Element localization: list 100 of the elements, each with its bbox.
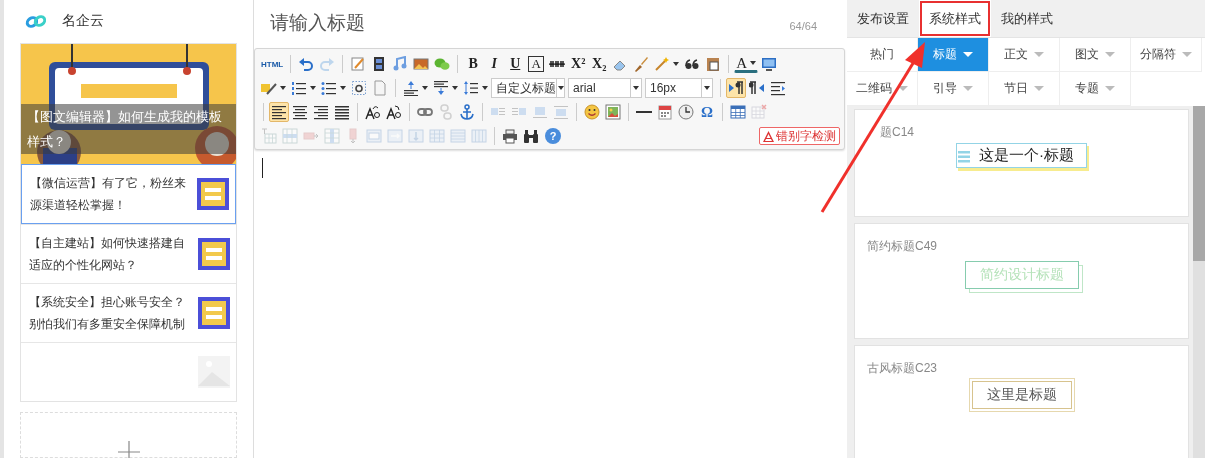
underline-button[interactable]: U — [505, 54, 526, 74]
style-card[interactable]: 古风标题C23 这里是标题 — [854, 345, 1189, 458]
image-placeholder-icon — [198, 355, 230, 388]
category-tab[interactable]: 二维码 — [847, 72, 918, 106]
brush-icon — [633, 56, 650, 72]
spacing-before-icon — [403, 80, 419, 96]
style-card[interactable]: 题C14 这是一个·标题 — [854, 109, 1189, 217]
category-tab[interactable]: 专题 — [1060, 72, 1131, 106]
category-tab[interactable]: 正文 — [989, 38, 1060, 72]
toolbar-button[interactable] — [269, 102, 289, 122]
calendar-icon — [657, 104, 673, 120]
category-tab[interactable]: 热门 — [847, 38, 918, 72]
align-right-icon — [313, 104, 329, 120]
style-card[interactable]: 简约标题C49 简约设计标题 — [854, 223, 1189, 339]
dropdown-select[interactable]: 自定义标题 — [491, 78, 565, 98]
table-icon — [450, 128, 466, 144]
horizontal-rule-icon — [636, 110, 652, 114]
article-item[interactable]: 【微信运营】有了它，粉丝来源渠道轻松掌握！ — [21, 163, 236, 224]
table-delete-icon — [751, 104, 767, 120]
table-icon — [261, 128, 277, 144]
toolbar-button[interactable] — [384, 102, 404, 122]
justify-icon — [334, 104, 350, 120]
clock-icon — [678, 104, 694, 120]
clipboard-icon — [705, 56, 722, 72]
category-tab[interactable]: 引导 — [918, 72, 989, 106]
title-sample: 这是一个·标题 — [956, 143, 1087, 168]
unlink-icon — [438, 104, 454, 120]
table-icon — [429, 128, 445, 144]
font-button[interactable]: A — [526, 54, 547, 74]
stripes-icon — [958, 151, 970, 163]
toolbar-button[interactable] — [726, 78, 746, 98]
tab[interactable]: 系统样式 — [919, 0, 991, 37]
font-color-button[interactable]: A — [734, 55, 759, 73]
plus-icon — [117, 441, 140, 458]
font-size-up-icon — [365, 104, 381, 120]
warning-icon — [763, 130, 774, 142]
music-note-icon — [392, 56, 409, 72]
style-name: 题C14 — [879, 124, 914, 141]
table-icon — [387, 128, 403, 144]
tab[interactable]: 我的样式 — [991, 0, 1063, 37]
bold-button[interactable]: X₂ — [589, 54, 610, 74]
spell-check-button[interactable]: 错别字检测 — [759, 127, 840, 145]
smiley-icon — [584, 104, 600, 120]
special-character-button[interactable]: Ω — [697, 102, 717, 122]
italic-button[interactable]: I — [484, 54, 505, 74]
page-icon — [372, 80, 388, 96]
dropdown-select[interactable]: 16px — [645, 78, 713, 98]
html-button[interactable]: HTML — [259, 54, 286, 74]
title-field[interactable]: 请输入标题 — [268, 11, 790, 35]
toolbar-button[interactable] — [500, 126, 520, 146]
align-center-icon — [292, 104, 308, 120]
align-left-icon — [271, 104, 287, 120]
bullet-list-icon — [321, 80, 337, 96]
dropdown-select[interactable]: arial — [568, 78, 642, 98]
brand-name: 名企云 — [62, 12, 104, 31]
article-title: 【自主建站】如何快速搭建自适应的个性化网站？ — [29, 234, 186, 274]
article-item[interactable]: 【自主建站】如何快速搭建自适应的个性化网站？ — [21, 223, 236, 283]
magic-wand-icon — [654, 56, 671, 72]
image-align-icon — [553, 104, 569, 120]
printer-icon — [502, 128, 518, 144]
bold-button[interactable]: X² — [568, 54, 589, 74]
article-item[interactable]: 【系统安全】担心账号安全？别怕我们有多重安全保障机制 — [21, 282, 236, 342]
binoculars-icon — [523, 128, 539, 144]
right-to-left-icon — [749, 80, 765, 96]
dashed-box-icon — [351, 80, 367, 96]
tab[interactable]: 发布设置 — [847, 0, 919, 37]
font-size-down-icon — [386, 104, 402, 120]
monitor-icon — [761, 56, 778, 72]
table-icon — [282, 128, 298, 144]
numbered-list-icon — [291, 80, 307, 96]
category-tab[interactable]: 图文 — [1060, 38, 1131, 72]
quote-icon — [684, 56, 701, 72]
pencil-icon — [350, 56, 367, 72]
table-icon — [324, 128, 340, 144]
article-title: 【微信运营】有了它，粉丝来源渠道轻松掌握！ — [30, 174, 187, 214]
bold-button[interactable]: B — [463, 54, 484, 74]
style-name: 古风标题C23 — [867, 360, 937, 377]
photo-icon — [605, 104, 621, 120]
anchor-icon — [459, 104, 475, 120]
table-icon — [408, 128, 424, 144]
undo-icon — [298, 56, 315, 72]
line-height-icon — [463, 80, 479, 96]
left-to-right-icon — [728, 80, 744, 96]
character-counter: 64/64 — [789, 20, 817, 32]
style-name: 简约标题C49 — [867, 238, 937, 255]
title-sample: 这里是标题 — [971, 381, 1072, 409]
image-icon — [413, 56, 430, 72]
indent-icon — [770, 80, 786, 96]
scrollbar[interactable] — [1193, 106, 1205, 458]
logo-icon — [24, 13, 48, 30]
toolbar-button[interactable] — [349, 78, 369, 98]
image-align-icon — [532, 104, 548, 120]
table-icon — [730, 104, 746, 120]
spacing-after-icon — [433, 80, 449, 96]
table-icon — [471, 128, 487, 144]
table-icon — [366, 128, 382, 144]
article-title: 【系统安全】担心账号安全？别怕我们有多重安全保障机制 — [29, 293, 186, 333]
category-tab[interactable]: 分隔符 — [1131, 38, 1202, 72]
redo-icon — [319, 56, 336, 72]
category-tab[interactable]: 节日 — [989, 72, 1060, 106]
